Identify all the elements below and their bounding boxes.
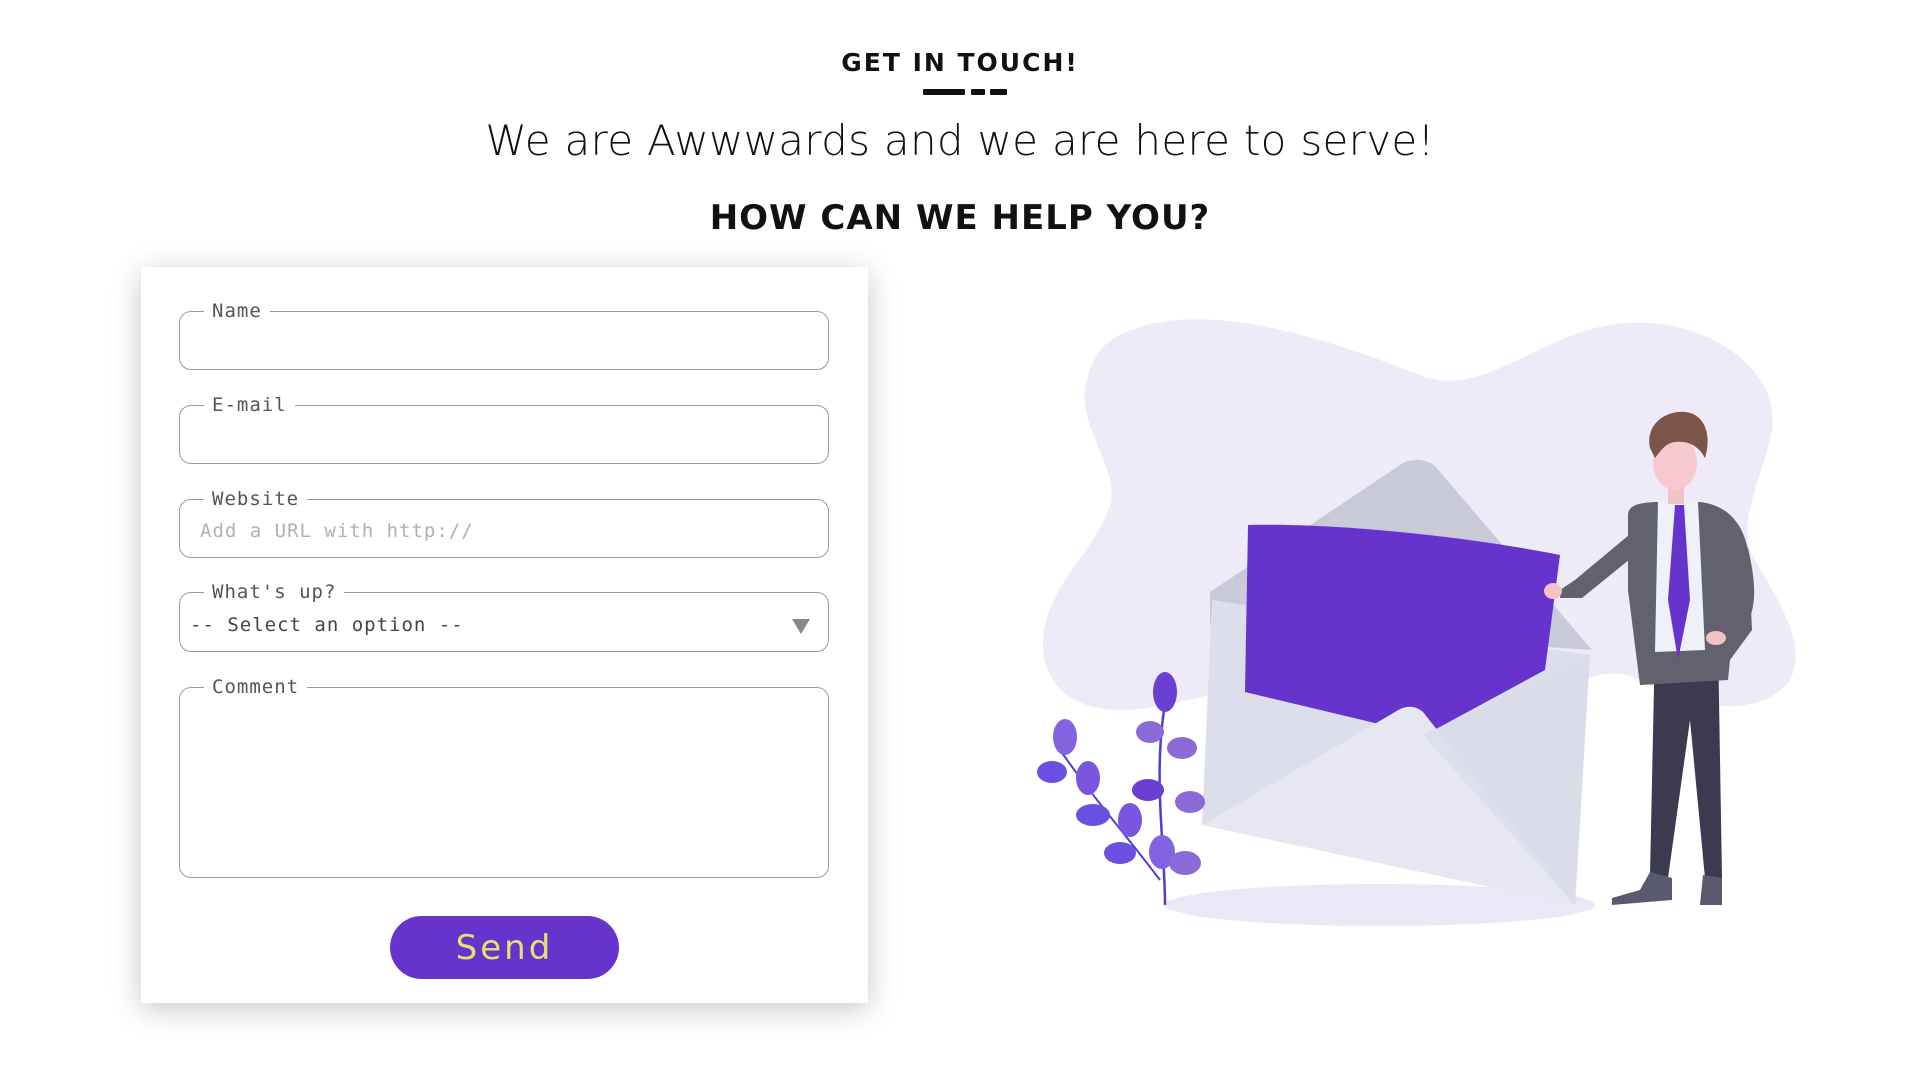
send-button[interactable]: Send	[390, 916, 619, 979]
underline-dash	[971, 89, 985, 95]
page-title: HOW CAN WE HELP YOU?	[709, 198, 1211, 238]
email-label: E-mail	[212, 394, 287, 416]
website-input[interactable]	[198, 514, 810, 548]
name-fieldset: Name	[179, 300, 829, 370]
comment-label: Comment	[212, 676, 300, 698]
name-input[interactable]	[198, 326, 810, 360]
email-input[interactable]	[198, 420, 810, 454]
whats-up-select-wrap: -- Select an option --	[190, 605, 810, 645]
whats-up-select[interactable]: -- Select an option --	[190, 605, 802, 645]
contact-illustration	[1037, 319, 1796, 926]
contact-form: Name E-mail Website What's up? -- Select…	[141, 267, 868, 1003]
whats-up-fieldset: What's up? -- Select an option --	[179, 581, 829, 652]
dropdown-arrow-icon[interactable]	[792, 619, 810, 634]
whats-up-label: What's up?	[212, 581, 337, 603]
page-subtitle: We are Awwwards and we are here to serve…	[485, 116, 1435, 165]
name-label: Name	[212, 300, 262, 322]
website-fieldset: Website	[179, 488, 829, 558]
section-kicker: GET IN TOUCH!	[841, 48, 1079, 77]
website-label: Website	[212, 488, 300, 510]
comment-fieldset: Comment	[179, 676, 829, 878]
underline-dash	[990, 89, 1007, 95]
contact-page: GET IN TOUCH! We are Awwwards and we are…	[0, 0, 1920, 1080]
email-fieldset: E-mail	[179, 394, 829, 464]
underline-dash	[923, 89, 965, 95]
kicker-underline	[923, 89, 1007, 95]
comment-textarea[interactable]	[198, 698, 810, 874]
